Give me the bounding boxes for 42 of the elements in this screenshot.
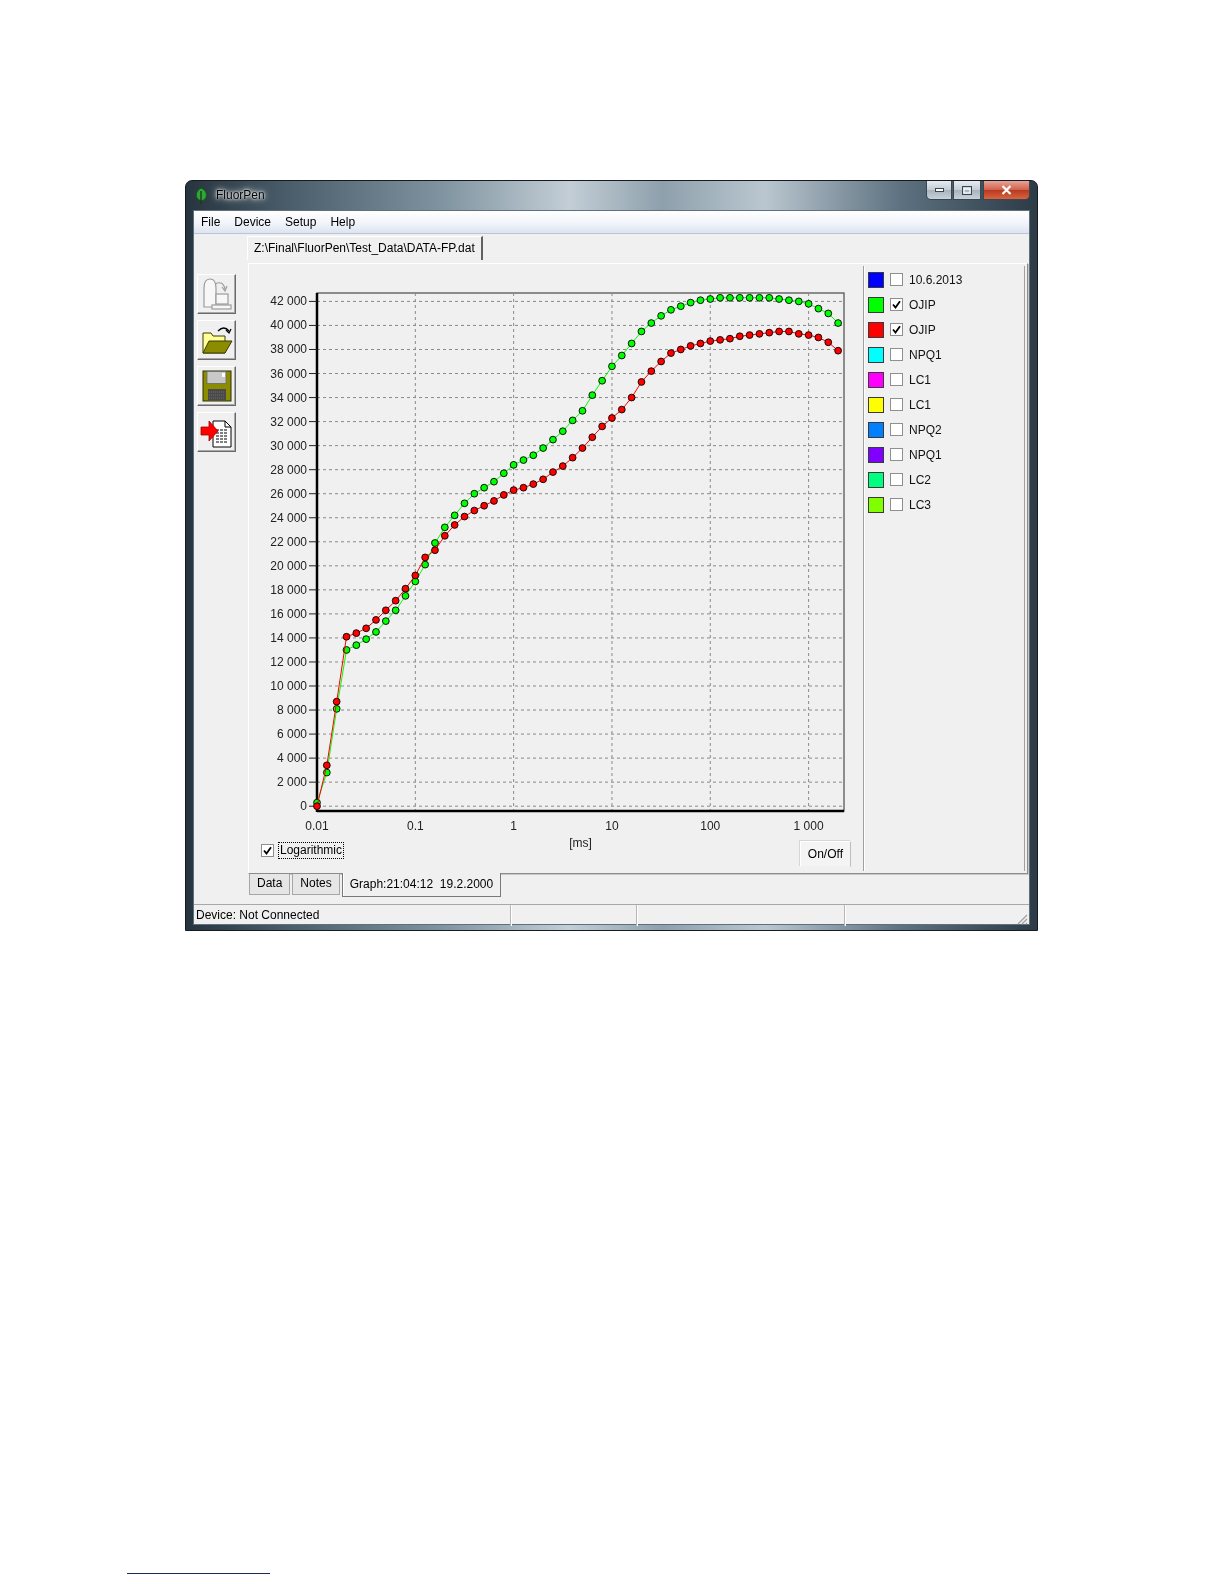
legend-label: NPQ1 [909, 447, 942, 462]
checkbox-label: Logarithmic [278, 842, 345, 859]
y-tick-label: 0 [300, 799, 307, 814]
y-tick-label: 38 000 [270, 342, 307, 357]
legend-label: OJIP [909, 297, 936, 312]
y-tick-label: 6 000 [276, 727, 307, 742]
y-tick-label: 30 000 [270, 438, 307, 453]
status-text: Device: Not Connected [195, 907, 321, 924]
legend-label: NPQ2 [909, 422, 942, 437]
y-tick-label: 36 000 [270, 366, 307, 381]
legend-label: LC1 [909, 397, 931, 412]
y-tick-label: 14 000 [270, 630, 307, 645]
y-tick-label: 18 000 [270, 582, 307, 597]
y-tick-label: 32 000 [270, 414, 307, 429]
y-tick-label: 22 000 [270, 534, 307, 549]
window-title: FluorPen [216, 188, 265, 203]
y-tick-label: 34 000 [270, 390, 307, 405]
legend-label: LC3 [909, 497, 931, 512]
x-tick-label: 100 [700, 819, 721, 833]
legend-label: OJIP [909, 322, 936, 337]
y-tick-label: 26 000 [270, 486, 307, 501]
y-tick-label: 16 000 [270, 606, 307, 621]
y-tick-label: 4 000 [276, 751, 307, 766]
y-tick-label: 40 000 [270, 318, 307, 333]
x-tick-label: 1 [510, 819, 517, 833]
y-tick-label: 42 000 [270, 294, 307, 309]
y-tick-label: 20 000 [270, 558, 307, 573]
y-tick-label: 8 000 [276, 703, 307, 718]
y-tick-label: 10 000 [270, 679, 307, 693]
y-tick-label: 24 000 [270, 510, 307, 525]
x-axis-title: [ms] [569, 836, 592, 850]
legend-label: LC1 [909, 372, 931, 387]
x-tick-label: 0.1 [407, 819, 424, 833]
legend-label: LC2 [909, 472, 931, 487]
legend-label: 10.6.2013 [909, 272, 963, 287]
x-tick-label: 0.01 [305, 819, 329, 833]
y-tick-label: 12 000 [270, 654, 307, 669]
y-tick-label: 2 000 [276, 775, 307, 790]
y-tick-label: 28 000 [270, 462, 307, 477]
x-tick-label: 1 000 [793, 819, 824, 833]
x-tick-label: 10 [605, 819, 619, 833]
legend-label: NPQ1 [909, 347, 942, 362]
